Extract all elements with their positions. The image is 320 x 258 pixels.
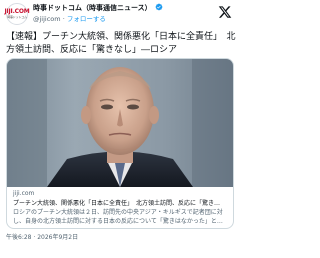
tweet-text: 【速報】プーチン大統領、関係悪化「日本に全責任」 北方領土訪問、反応に「驚きなし… [6,32,236,55]
avatar-logo-subtext: 時事ドットコム [7,15,27,19]
verified-badge-icon [155,3,163,11]
tweet-header: JIJI.COM 時事ドットコム 時事ドットコム（時事通信ニュース） @jiji… [0,0,240,30]
follow-button[interactable]: フォローする [67,15,106,23]
display-name[interactable]: 時事ドットコム（時事通信ニュース） [33,4,152,12]
card-image [7,59,233,187]
separator-dot: · [62,15,65,23]
card-title: プーチン大統領、関係悪化「日本に全責任」 北方領土訪問、反応に「驚き… [13,200,221,207]
link-card[interactable]: jiji.com プーチン大統領、関係悪化「日本に全責任」 北方領土訪問、反応に… [6,58,234,229]
account-name-line: 時事ドットコム（時事通信ニュース） [33,3,163,14]
tweet-timestamp[interactable]: 午後6:28 · 2026年9月2日 [6,233,78,242]
card-domain: jiji.com [13,190,35,197]
handle-line: @jijicom · フォローする [33,14,106,24]
avatar[interactable]: JIJI.COM 時事ドットコム [4,3,30,25]
jiji-logo: JIJI.COM 時事ドットコム [4,9,29,19]
x-logo-icon[interactable] [218,5,232,19]
handle[interactable]: @jijicom [33,15,61,23]
card-description: ロシアのプーチン大統領は２日、訪問先の中央アジア・キルギスで記者団に対し、自身の… [13,209,223,225]
